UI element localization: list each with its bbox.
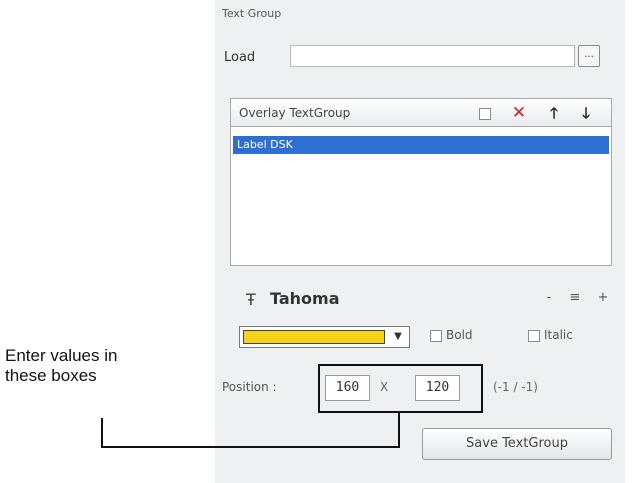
browse-button[interactable]: ... (578, 45, 600, 67)
font-icon: Ŧ (246, 290, 256, 309)
italic-checkbox[interactable] (528, 330, 540, 342)
callout-leader-line (101, 418, 103, 448)
color-swatch (243, 330, 385, 344)
position-hint: (-1 / -1) (493, 380, 538, 394)
callout-leader-line (101, 446, 400, 448)
arrow-down-icon[interactable]: 🡓 (576, 103, 596, 123)
overlay-label: Overlay TextGroup (239, 106, 351, 120)
callout-line-1: Enter values in (5, 346, 118, 365)
toggle-checkbox-icon[interactable] (475, 103, 495, 123)
save-textgroup-button[interactable]: Save TextGroup (422, 428, 612, 460)
callout-line-2: these boxes (5, 366, 97, 385)
callout-text: Enter values in these boxes (5, 346, 117, 386)
font-name[interactable]: Tahoma (270, 289, 340, 308)
decrease-size-button[interactable]: - (541, 290, 557, 305)
increase-size-button[interactable]: + (595, 290, 611, 305)
callout-leader-line (398, 412, 400, 448)
align-button[interactable]: ≡ (567, 290, 583, 305)
list-item[interactable]: Label DSK (233, 136, 609, 154)
arrow-up-icon[interactable]: 🡑 (544, 103, 564, 123)
overlay-list[interactable]: Label DSK (230, 126, 612, 266)
overlay-list-header: Overlay TextGroup ✕ 🡑 🡓 (230, 98, 612, 126)
callout-highlight-box (318, 364, 483, 413)
load-label: Load (224, 50, 256, 65)
italic-label: Italic (544, 328, 573, 342)
load-input[interactable] (290, 45, 575, 67)
bold-label: Bold (446, 328, 473, 342)
bold-checkbox[interactable] (430, 330, 442, 342)
chevron-down-icon[interactable]: ▼ (389, 329, 407, 345)
position-label: Position : (222, 380, 277, 394)
color-dropdown[interactable]: ▼ (239, 326, 410, 348)
delete-icon[interactable]: ✕ (509, 103, 529, 123)
group-title: Text Group (222, 7, 282, 20)
